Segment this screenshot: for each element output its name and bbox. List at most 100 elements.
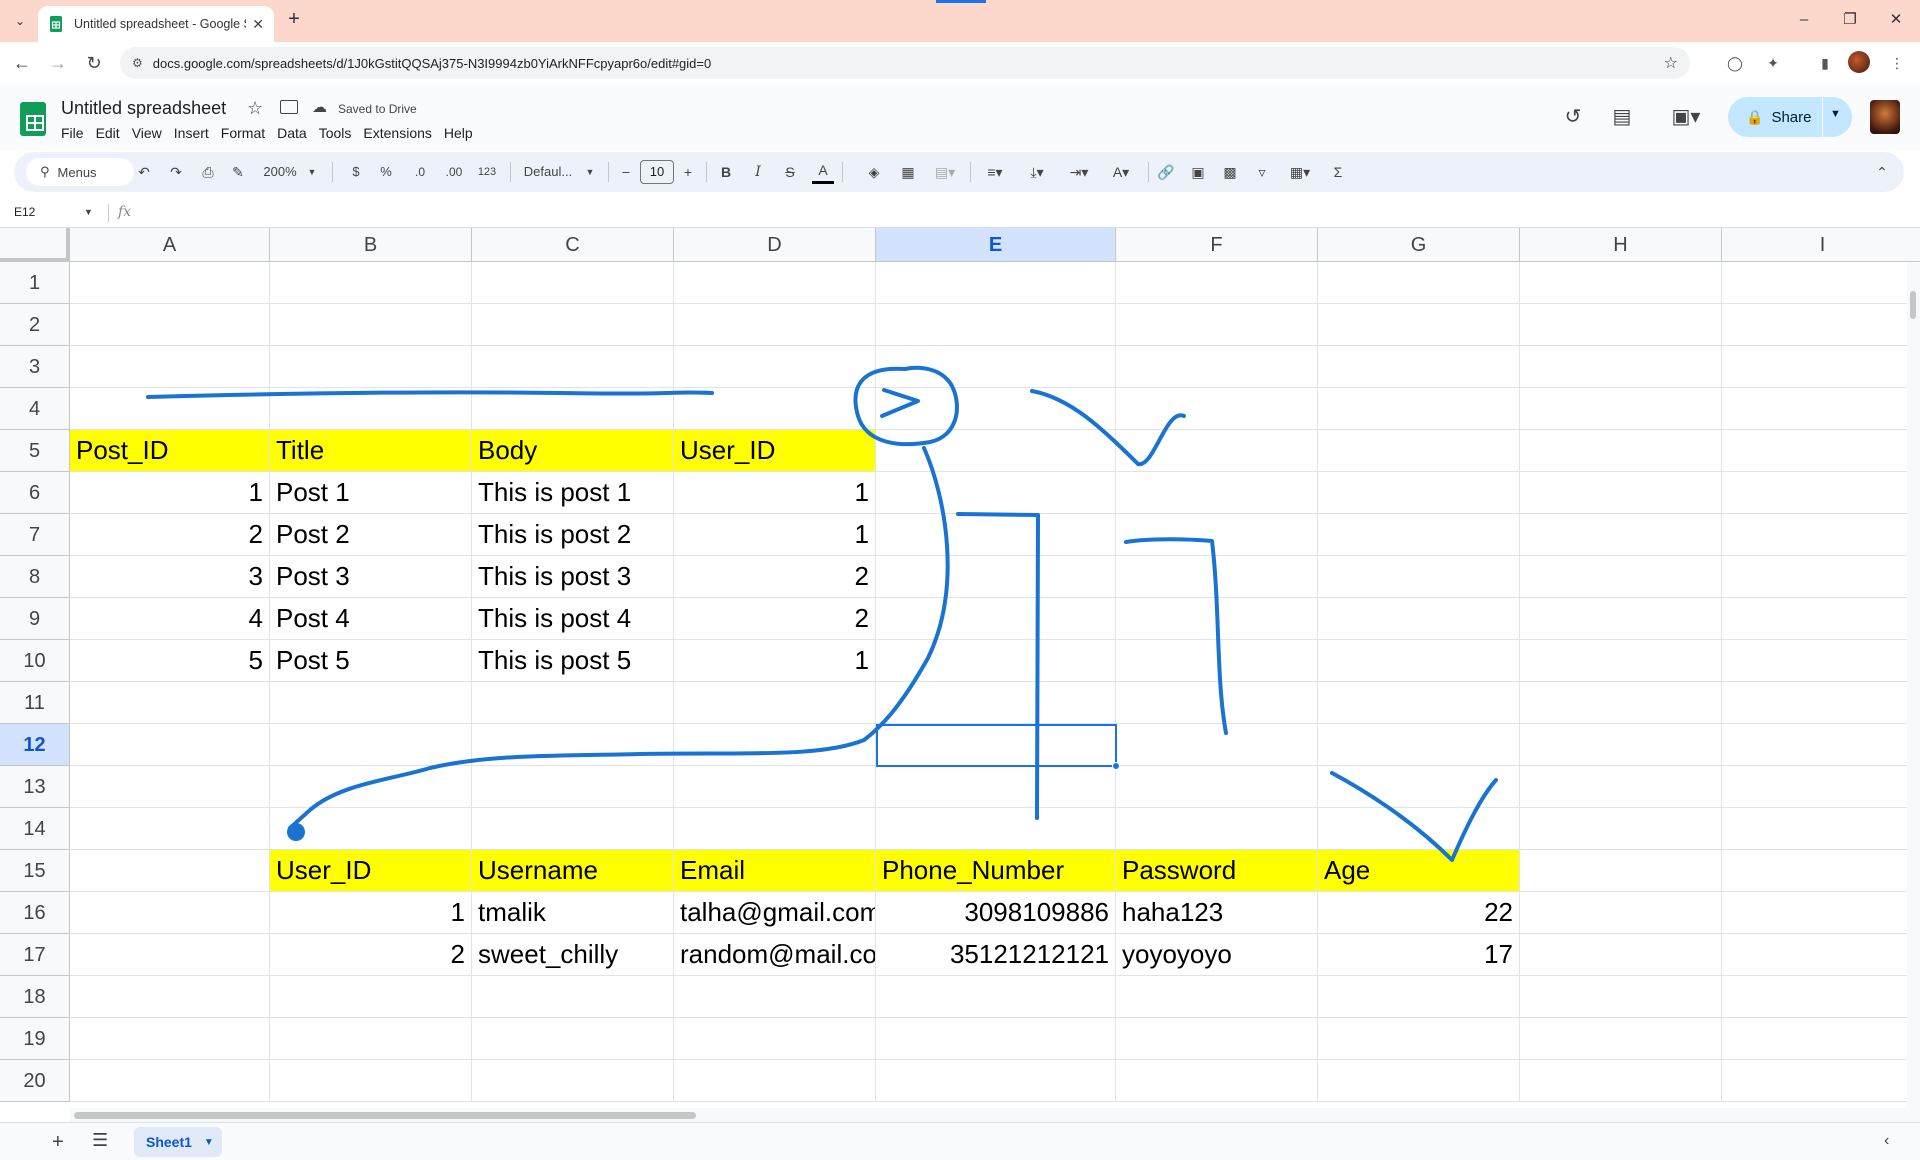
cell-e3[interactable] bbox=[876, 346, 1116, 388]
cell-g4[interactable] bbox=[1318, 388, 1520, 430]
column-header-f[interactable]: F bbox=[1116, 228, 1318, 262]
address-bar[interactable]: ⚙ docs.google.com/spreadsheets/d/1J0kGst… bbox=[120, 47, 1690, 79]
cell-a12[interactable] bbox=[70, 724, 270, 766]
cell-a2[interactable] bbox=[70, 304, 270, 346]
print-icon[interactable]: ⎙ bbox=[198, 160, 218, 184]
cell-b13[interactable] bbox=[270, 766, 472, 808]
fill-color-icon[interactable]: ◈ bbox=[864, 160, 884, 184]
cell-d13[interactable] bbox=[674, 766, 876, 808]
cell-a4[interactable] bbox=[70, 388, 270, 430]
cell-e8[interactable] bbox=[876, 556, 1116, 598]
cell-f16[interactable]: haha123 bbox=[1116, 892, 1318, 934]
cell-h5[interactable] bbox=[1520, 430, 1722, 472]
bold-icon[interactable]: B bbox=[716, 160, 736, 184]
cell-c7[interactable]: This is post 2 bbox=[472, 514, 674, 556]
row-header-20[interactable]: 20 bbox=[0, 1060, 70, 1102]
cell-i16[interactable] bbox=[1722, 892, 1920, 934]
cell-f5[interactable] bbox=[1116, 430, 1318, 472]
text-color-icon[interactable]: A bbox=[812, 160, 834, 184]
cell-a13[interactable] bbox=[70, 766, 270, 808]
cell-g6[interactable] bbox=[1318, 472, 1520, 514]
cell-g12[interactable] bbox=[1318, 724, 1520, 766]
cell-h9[interactable] bbox=[1520, 598, 1722, 640]
vertical-scrollbar[interactable] bbox=[1907, 263, 1920, 1108]
cell-b11[interactable] bbox=[270, 682, 472, 724]
cell-c6[interactable]: This is post 1 bbox=[472, 472, 674, 514]
cell-c3[interactable] bbox=[472, 346, 674, 388]
filter-icon[interactable]: ▿ bbox=[1250, 160, 1274, 184]
column-header-c[interactable]: C bbox=[472, 228, 674, 262]
cell-i3[interactable] bbox=[1722, 346, 1920, 388]
cell-f7[interactable] bbox=[1116, 514, 1318, 556]
cell-f2[interactable] bbox=[1116, 304, 1318, 346]
functions-icon[interactable]: Σ bbox=[1326, 160, 1350, 184]
cell-e17[interactable]: 35121212121 bbox=[876, 934, 1116, 976]
cell-g15[interactable]: Age bbox=[1318, 850, 1520, 892]
cell-c9[interactable]: This is post 4 bbox=[472, 598, 674, 640]
cell-g20[interactable] bbox=[1318, 1060, 1520, 1102]
cell-e11[interactable] bbox=[876, 682, 1116, 724]
cell-a14[interactable] bbox=[70, 808, 270, 850]
horizontal-scrollbar[interactable] bbox=[70, 1108, 1920, 1122]
menu-extensions[interactable]: Extensions bbox=[357, 123, 437, 143]
cell-i12[interactable] bbox=[1722, 724, 1920, 766]
cell-d7[interactable]: 1 bbox=[674, 514, 876, 556]
zoom-dropdown-icon[interactable]: ▼ bbox=[306, 160, 318, 184]
cell-b14[interactable] bbox=[270, 808, 472, 850]
cell-b15[interactable]: User_ID bbox=[270, 850, 472, 892]
cell-h7[interactable] bbox=[1520, 514, 1722, 556]
italic-icon[interactable]: I bbox=[748, 160, 768, 184]
comments-icon[interactable]: ▤ bbox=[1609, 104, 1635, 130]
cell-f3[interactable] bbox=[1116, 346, 1318, 388]
column-header-h[interactable]: H bbox=[1520, 228, 1722, 262]
cell-f4[interactable] bbox=[1116, 388, 1318, 430]
cell-b12[interactable] bbox=[270, 724, 472, 766]
cell-f10[interactable] bbox=[1116, 640, 1318, 682]
cell-e15[interactable]: Phone_Number bbox=[876, 850, 1116, 892]
cell-d9[interactable]: 2 bbox=[674, 598, 876, 640]
cell-h1[interactable] bbox=[1520, 262, 1722, 304]
cell-g1[interactable] bbox=[1318, 262, 1520, 304]
cell-c17[interactable]: sweet_chilly bbox=[472, 934, 674, 976]
cell-h14[interactable] bbox=[1520, 808, 1722, 850]
menu-view[interactable]: View bbox=[126, 123, 168, 143]
cell-h11[interactable] bbox=[1520, 682, 1722, 724]
cell-i13[interactable] bbox=[1722, 766, 1920, 808]
cell-b2[interactable] bbox=[270, 304, 472, 346]
font-size-input[interactable]: 10 bbox=[640, 160, 674, 184]
add-sheet-button[interactable]: + bbox=[52, 1131, 64, 1154]
cell-a8[interactable]: 3 bbox=[70, 556, 270, 598]
cell-a15[interactable] bbox=[70, 850, 270, 892]
cell-h15[interactable] bbox=[1520, 850, 1722, 892]
cell-i17[interactable] bbox=[1722, 934, 1920, 976]
meet-video-icon[interactable]: ▣▾ bbox=[1664, 104, 1708, 130]
font-family-select[interactable]: Defaul... bbox=[518, 160, 578, 184]
cell-d3[interactable] bbox=[674, 346, 876, 388]
increase-decimal-button[interactable]: .00 bbox=[440, 160, 468, 184]
cell-e10[interactable] bbox=[876, 640, 1116, 682]
cell-b9[interactable]: Post 4 bbox=[270, 598, 472, 640]
cell-b7[interactable]: Post 2 bbox=[270, 514, 472, 556]
cell-b3[interactable] bbox=[270, 346, 472, 388]
browser-profile-avatar[interactable] bbox=[1848, 51, 1870, 73]
row-header-12[interactable]: 12 bbox=[0, 724, 70, 766]
cell-b16[interactable]: 1 bbox=[270, 892, 472, 934]
cell-d17[interactable]: random@mail.com bbox=[674, 934, 876, 976]
shield-extension-icon[interactable]: ◯ bbox=[1724, 52, 1746, 74]
font-size-increase-icon[interactable]: + bbox=[680, 160, 696, 184]
cell-b8[interactable]: Post 3 bbox=[270, 556, 472, 598]
cell-i7[interactable] bbox=[1722, 514, 1920, 556]
cell-h6[interactable] bbox=[1520, 472, 1722, 514]
insert-comment-icon[interactable]: ▣ bbox=[1186, 160, 1210, 184]
horizontal-scroll-thumb[interactable] bbox=[74, 1112, 696, 1119]
menu-help[interactable]: Help bbox=[438, 123, 479, 143]
column-header-b[interactable]: B bbox=[270, 228, 472, 262]
cell-c20[interactable] bbox=[472, 1060, 674, 1102]
cell-e1[interactable] bbox=[876, 262, 1116, 304]
font-dropdown-icon[interactable]: ▼ bbox=[584, 160, 596, 184]
row-header-1[interactable]: 1 bbox=[0, 262, 70, 304]
cell-d8[interactable]: 2 bbox=[674, 556, 876, 598]
menus-search[interactable]: ⚲ Menus bbox=[26, 158, 134, 186]
strikethrough-icon[interactable]: S bbox=[780, 160, 800, 184]
cell-d6[interactable]: 1 bbox=[674, 472, 876, 514]
